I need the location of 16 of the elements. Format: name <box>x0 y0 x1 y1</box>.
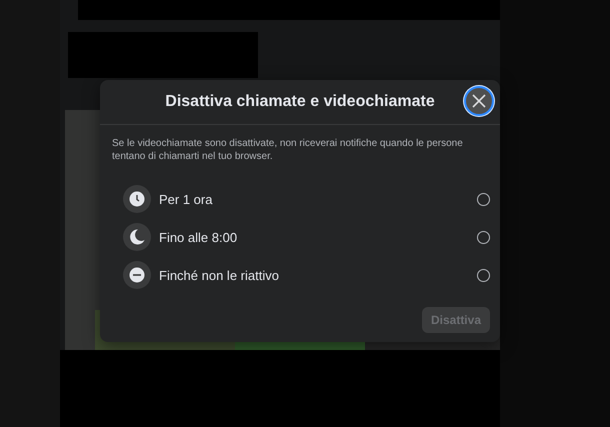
option-row[interactable]: Fino alle 8:00 <box>123 223 490 251</box>
option-label: Per 1 ora <box>159 192 214 206</box>
option-label: Fino alle 8:00 <box>159 230 238 244</box>
radio-button[interactable] <box>477 268 490 282</box>
minus-circle-icon <box>129 267 145 283</box>
dialog-description: Se le videochiamate sono disattivate, non riceverai notifiche quando le persone tentano di chiamarti nel tuo browser. <box>112 137 464 163</box>
option-row[interactable]: Per 1 ora <box>123 185 490 213</box>
moon-icon <box>129 229 145 245</box>
clock-icon <box>129 191 145 207</box>
close-button[interactable] <box>464 86 494 116</box>
radio-button[interactable] <box>477 192 490 206</box>
dialog-title: Disattiva chiamate e videochiamate <box>165 93 435 111</box>
option-row[interactable]: Finché non le riattivo <box>123 261 490 289</box>
close-icon <box>472 94 486 108</box>
radio-button[interactable] <box>477 230 490 244</box>
option-label: Finché non le riattivo <box>159 268 280 282</box>
